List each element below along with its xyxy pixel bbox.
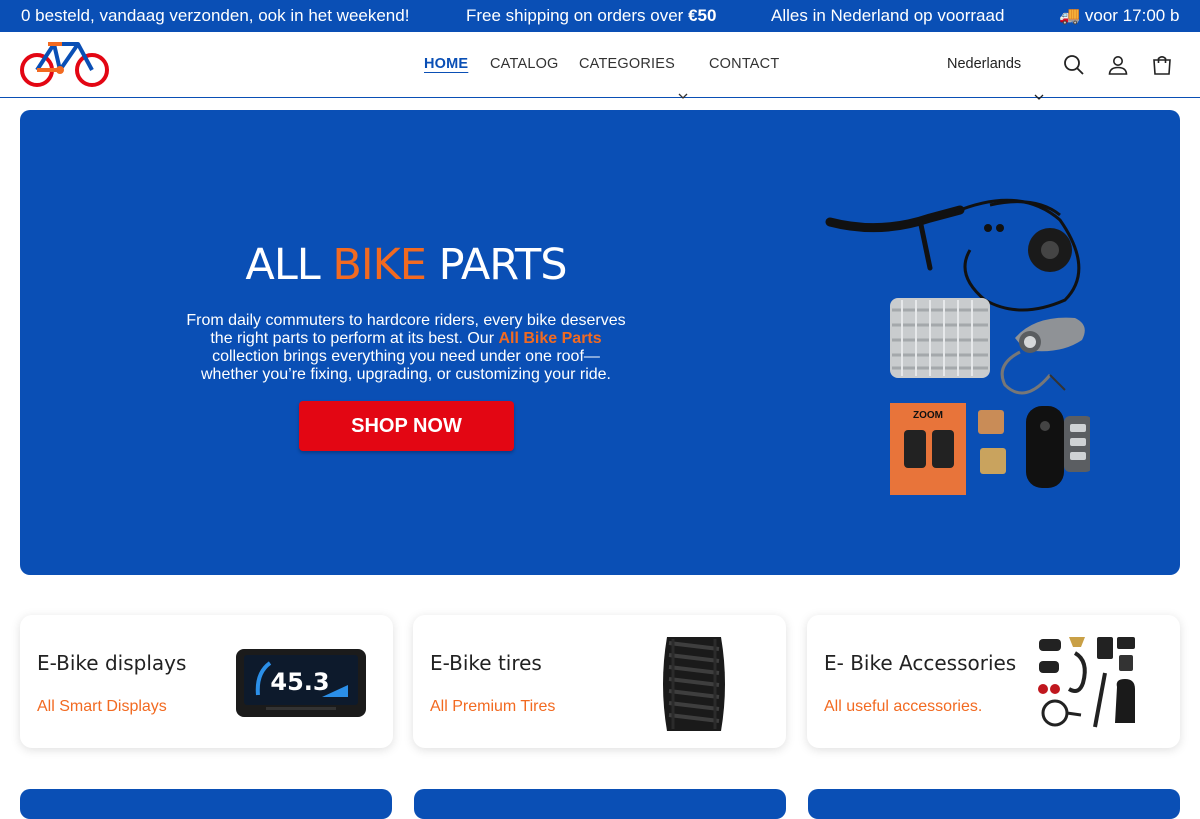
chevron-down-icon[interactable]	[1034, 93, 1044, 101]
announcement-item: Free shipping on orders over €50	[466, 6, 717, 25]
account-icon[interactable]	[1106, 53, 1130, 77]
card-title: E-Bike displays	[37, 651, 187, 675]
card-title: E-Bike tires	[430, 651, 542, 675]
hero-banner: ALL BIKE PARTS From daily commuters to h…	[20, 110, 1180, 575]
announcement-item: 0 besteld, vandaag verzonden, ook in het…	[21, 6, 410, 25]
nav-contact[interactable]: CONTACT	[709, 56, 779, 72]
nav-categories[interactable]: CATEGORIES	[579, 56, 675, 72]
hero-title-part: ALL	[245, 240, 333, 290]
display-speed-value: 45.3	[270, 668, 329, 696]
ebike-accessories-image	[1038, 637, 1135, 728]
card-title: E- Bike Accessories	[824, 651, 1017, 675]
hero-title: ALL BIKE PARTS	[20, 240, 792, 290]
announcement-item: Alles in Nederland op voorraad	[771, 6, 1005, 25]
ebike-tire-image	[663, 637, 725, 731]
bike-logo[interactable]	[20, 40, 110, 90]
chevron-down-icon[interactable]	[678, 92, 688, 100]
nav-home[interactable]: HOME	[424, 56, 468, 72]
nav-catalog[interactable]: CATALOG	[490, 56, 559, 72]
cart-icon[interactable]	[1150, 53, 1174, 77]
promo-card[interactable]	[808, 789, 1180, 819]
promo-card[interactable]	[20, 789, 392, 819]
ebike-display-image: 45.3	[236, 649, 366, 717]
card-link[interactable]: All Premium Tires	[430, 698, 555, 716]
site-header: HOME CATALOG CATEGORIES CONTACT Nederlan…	[0, 32, 1200, 101]
bike-parts-image: ZOOM	[825, 198, 1090, 495]
hero-text-part: collection brings everything you need un…	[201, 348, 611, 383]
announcement-bar: 0 besteld, vandaag verzonden, ook in het…	[0, 0, 1200, 32]
card-link[interactable]: All useful accessories.	[824, 698, 982, 716]
hero-title-accent: BIKE	[332, 240, 427, 290]
category-card-displays[interactable]: E-Bike displays All Smart Displays 45.3	[20, 615, 393, 748]
hero-description: From daily commuters to hardcore riders,…	[186, 312, 626, 384]
pad-brand-label: ZOOM	[913, 410, 943, 421]
shop-now-button[interactable]: SHOP NOW	[299, 401, 514, 451]
announcement-item: 🚚 voor 17:00 b	[1059, 6, 1180, 25]
promo-card[interactable]	[414, 789, 786, 819]
language-selector[interactable]: Nederlands	[947, 56, 1021, 72]
hero-text-accent: All Bike Parts	[498, 330, 602, 347]
category-card-accessories[interactable]: E- Bike Accessories All useful accessori…	[807, 615, 1180, 748]
card-link[interactable]: All Smart Displays	[37, 698, 167, 716]
search-icon[interactable]	[1062, 53, 1086, 77]
hero-title-part: PARTS	[425, 240, 568, 290]
category-card-tires[interactable]: E-Bike tires All Premium Tires	[413, 615, 786, 748]
